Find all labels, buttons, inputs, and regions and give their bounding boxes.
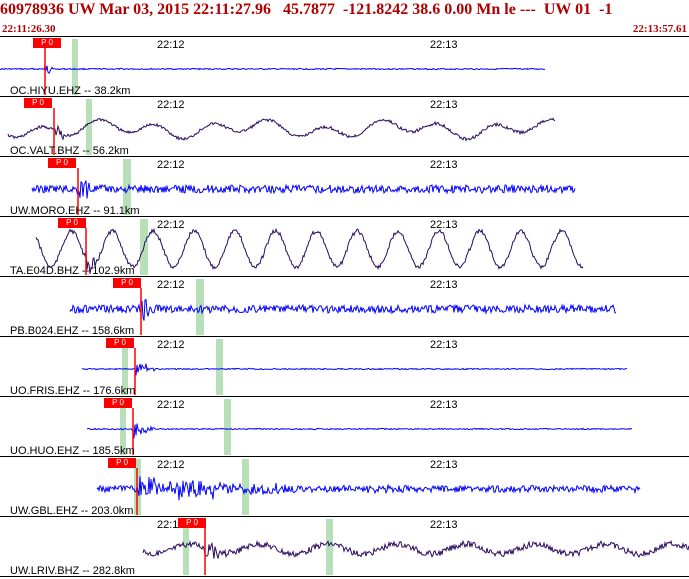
waveform: [0, 64, 546, 75]
p-pick-marker[interactable]: P 0: [178, 518, 206, 528]
p-pick-marker[interactable]: P 0: [108, 458, 136, 468]
p-pick-marker[interactable]: P 0: [48, 158, 76, 168]
trace-canvas: [0, 39, 689, 577]
waveform: [96, 476, 641, 501]
time-tick: 22:13: [430, 519, 458, 531]
time-tick: 22:13: [430, 159, 458, 171]
p-pick-marker[interactable]: P 0: [113, 278, 141, 288]
time-window: [216, 339, 223, 395]
waveform: [69, 298, 617, 321]
time-tick: 22:13: [430, 399, 458, 411]
time-tick: 22:12: [157, 39, 185, 51]
waveform: [31, 180, 576, 199]
time-tick: 22:12: [157, 399, 185, 411]
p-pick-marker[interactable]: P 0: [106, 338, 134, 348]
time-tick: 22:13: [430, 99, 458, 111]
time-tick: 22:12: [157, 459, 185, 471]
trace-label: UO.FRIS.EHZ -- 176.6km: [10, 385, 136, 397]
time-tick: 22:12: [157, 279, 185, 291]
time-tick: 22:12: [157, 339, 185, 351]
time-tick: 22:13: [430, 459, 458, 471]
time-window: [326, 519, 333, 575]
waveform: [86, 423, 633, 439]
time-window: [224, 399, 231, 455]
trace-label: PB.B024.EHZ -- 158.6km: [10, 325, 135, 337]
trace-label: UW.LRIV.BHZ -- 282.8km: [10, 565, 135, 577]
time-tick: 22:13: [430, 219, 458, 231]
header: 60978936 UW Mar 03, 2015 22:11:27.96 45.…: [0, 0, 689, 36]
trace-label: OC.HIYU.EHZ -- 38.2km: [10, 85, 131, 97]
seismogram-panel: 22:12 22:13 P 0 OC.HIYU.EHZ -- 38.2km 22…: [0, 36, 689, 579]
waveform: [142, 539, 689, 559]
time-tick: 22:12: [157, 219, 185, 231]
time-tick: 22:13: [430, 279, 458, 291]
p-pick-marker[interactable]: P 0: [58, 218, 86, 228]
trace-label: UO.HUO.EHZ -- 185.5km: [10, 445, 135, 457]
event-title: 60978936 UW Mar 03, 2015 22:11:27.96 45.…: [0, 1, 613, 18]
waveform: [81, 363, 628, 376]
p-pick-marker[interactable]: P 0: [33, 38, 61, 48]
trace-label: TA.E04D.BHZ -- 102.9km: [10, 265, 135, 277]
start-time: 22:11:26.30: [2, 23, 56, 35]
time-tick: 22:13: [430, 39, 458, 51]
time-tick: 22:13: [430, 339, 458, 351]
p-pick-marker[interactable]: P 0: [24, 98, 52, 108]
time-window: [242, 459, 249, 515]
trace-label: OC.VALT.BHZ -- 56.2km: [10, 145, 129, 157]
trace-label: UW.MORO.EHZ -- 91.1km: [10, 205, 140, 217]
p-pick-marker[interactable]: P 0: [104, 398, 132, 408]
trace-label: UW.GBL.EHZ -- 203.0km: [10, 505, 134, 517]
time-tick: 22:12: [157, 159, 185, 171]
end-time: 22:13:57.61: [632, 23, 687, 35]
time-tick: 22:12: [157, 99, 185, 111]
